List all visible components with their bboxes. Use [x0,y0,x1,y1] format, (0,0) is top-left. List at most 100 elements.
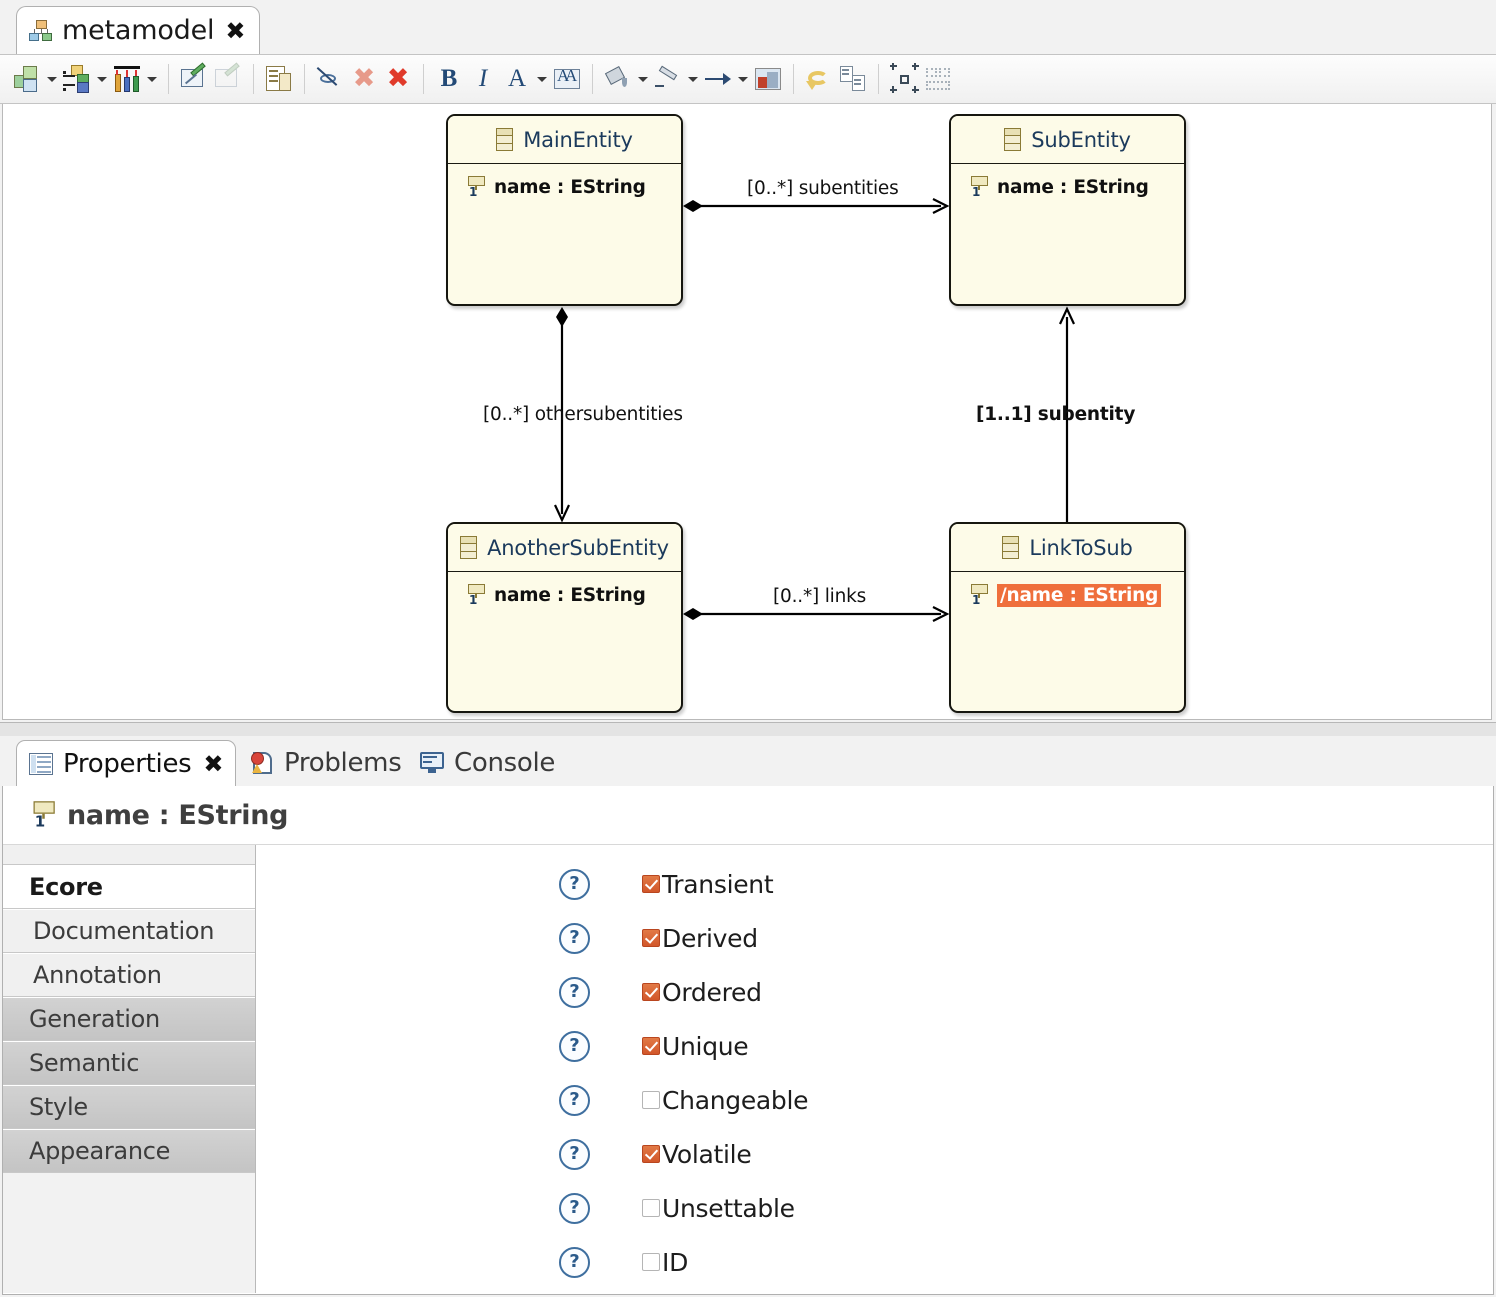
attribute-row[interactable]: 1 name : EString [448,581,681,609]
fill-color-dropdown[interactable] [635,62,651,96]
help-icon[interactable]: ? [559,976,590,1008]
font-color-button[interactable]: A [500,62,534,96]
line-style-dropdown[interactable] [735,62,751,96]
create-bordered-node-tool[interactable] [110,62,144,96]
edge-label-subentities[interactable]: [0..*] subentities [747,178,899,199]
tab-console[interactable]: Console [408,740,567,786]
properties-tab-label: Appearance [29,1137,171,1165]
checkbox-volatile[interactable] [642,1145,660,1163]
properties-tab-annotation[interactable]: Annotation [3,953,255,997]
help-icon[interactable]: ? [559,1192,590,1224]
help-icon[interactable]: ? [559,1030,590,1062]
diagram-node-main-entity[interactable]: MainEntity 1 name : EString [446,114,683,306]
bordered-node-tool-icon [113,65,141,93]
pin-element-button[interactable] [177,62,211,96]
help-icon[interactable]: ? [559,1084,590,1116]
create-bordered-node-dropdown[interactable] [144,62,160,96]
create-node-tool[interactable] [10,62,44,96]
properties-tab-documentation[interactable]: Documentation [3,909,255,953]
attribute-row[interactable]: 1 /name : EString [951,581,1184,609]
property-row-id: ? ID [256,1235,1493,1289]
create-container-tool[interactable] [60,62,94,96]
fill-color-button[interactable] [601,62,635,96]
properties-tab-ecore[interactable]: Ecore [3,865,255,909]
properties-tab-style[interactable]: Style [3,1085,255,1129]
help-icon[interactable]: ? [559,922,590,954]
checkbox-derived[interactable] [642,929,660,947]
font-color-dropdown[interactable] [534,62,550,96]
checkbox-label: Unsettable [662,1193,795,1223]
tab-problems-label: Problems [284,748,402,778]
properties-tab-semantic[interactable]: Semantic [3,1041,255,1085]
checkbox-transient[interactable] [642,875,660,893]
italic-button[interactable]: I [466,62,500,96]
edge-label-links[interactable]: [0..*] links [773,586,866,607]
checkbox-unsettable[interactable] [642,1199,660,1217]
line-color-button[interactable] [651,62,685,96]
diagram-node-sub-entity[interactable]: SubEntity 1 name : EString [949,114,1186,306]
delete-from-diagram-button[interactable]: ✖ [347,62,381,96]
properties-tab-label: Documentation [33,917,215,945]
tab-problems[interactable]: Problems [238,740,413,786]
tab-properties[interactable]: Properties ✖ [16,740,237,786]
help-icon[interactable]: ? [559,868,590,900]
tab-list-filler [3,1173,255,1265]
delete-from-model-button[interactable]: ✖ [381,62,415,96]
diagram-node-another-sub-entity[interactable]: AnotherSubEntity 1 name : EString [446,522,683,713]
line-style-button[interactable] [701,62,735,96]
node-title: SubEntity [1031,127,1131,152]
properties-tab-appearance[interactable]: Appearance [3,1129,255,1173]
copy-appearance-button[interactable] [836,62,870,96]
checkbox-label: ID [662,1247,689,1277]
unpin-icon [214,62,242,93]
eclass-icon [460,536,478,559]
layers-button[interactable] [262,62,296,96]
arrow-icon [704,65,732,93]
checkbox-unique[interactable] [642,1037,660,1055]
attribute-row[interactable]: 1 name : EString [448,173,681,201]
delete-dark-icon: ✖ [386,63,410,94]
edge-label-othersubentities[interactable]: [0..*] othersubentities [483,404,683,425]
create-node-dropdown[interactable] [44,62,60,96]
attribute-icon: 1 [31,800,56,830]
diagram-node-link-to-sub[interactable]: LinkToSub 1 /name : EString [949,522,1186,713]
unpin-element-button[interactable] [211,62,245,96]
checkbox-label: Derived [662,923,758,953]
properties-view: Properties ✖ Problems Console 1 name : E… [0,736,1496,1297]
arrange-all-button[interactable] [887,62,921,96]
hide-element-button[interactable] [313,62,347,96]
properties-icon [29,752,53,775]
node-header: MainEntity [448,116,681,164]
help-icon[interactable]: ? [559,1246,590,1278]
editor-tab-row: metamodel ✖ [0,0,1496,54]
close-icon[interactable]: ✖ [225,19,245,43]
checkbox-id[interactable] [642,1253,660,1271]
help-icon[interactable]: ? [559,1138,590,1170]
attribute-row[interactable]: 1 name : EString [951,173,1184,201]
properties-tab-list: Ecore Documentation Annotation Generatio… [3,845,256,1293]
properties-tab-row: Properties ✖ Problems Console [0,736,1496,786]
properties-title: name : EString [67,799,289,831]
checkbox-ordered[interactable] [642,983,660,1001]
properties-tab-generation[interactable]: Generation [3,997,255,1041]
checkbox-changeable[interactable] [642,1091,660,1109]
create-container-dropdown[interactable] [94,62,110,96]
property-row-ordered: ? Ordered [256,965,1493,1019]
edge-links [683,606,950,622]
node-attributes: 1 name : EString [448,572,681,609]
editor-tab-metamodel[interactable]: metamodel ✖ [16,6,261,54]
edge-label-subentity[interactable]: [1..1] subentity [976,404,1135,425]
image-button[interactable] [751,62,785,96]
attribute-label: name : EString [494,584,646,606]
arrange-selection-button[interactable] [921,62,955,96]
line-color-dropdown[interactable] [685,62,701,96]
attribute-label: name : EString [494,176,646,198]
image-icon [754,65,782,93]
diagram-canvas[interactable]: MainEntity 1 name : EString SubEntity 1 [2,104,1492,720]
node-header: AnotherSubEntity [448,524,681,572]
font-dialog-button[interactable]: A A [550,62,584,96]
reset-style-button[interactable] [802,62,836,96]
bold-button[interactable]: B [432,62,466,96]
eclass-icon [1004,128,1022,151]
close-icon[interactable]: ✖ [203,752,223,776]
